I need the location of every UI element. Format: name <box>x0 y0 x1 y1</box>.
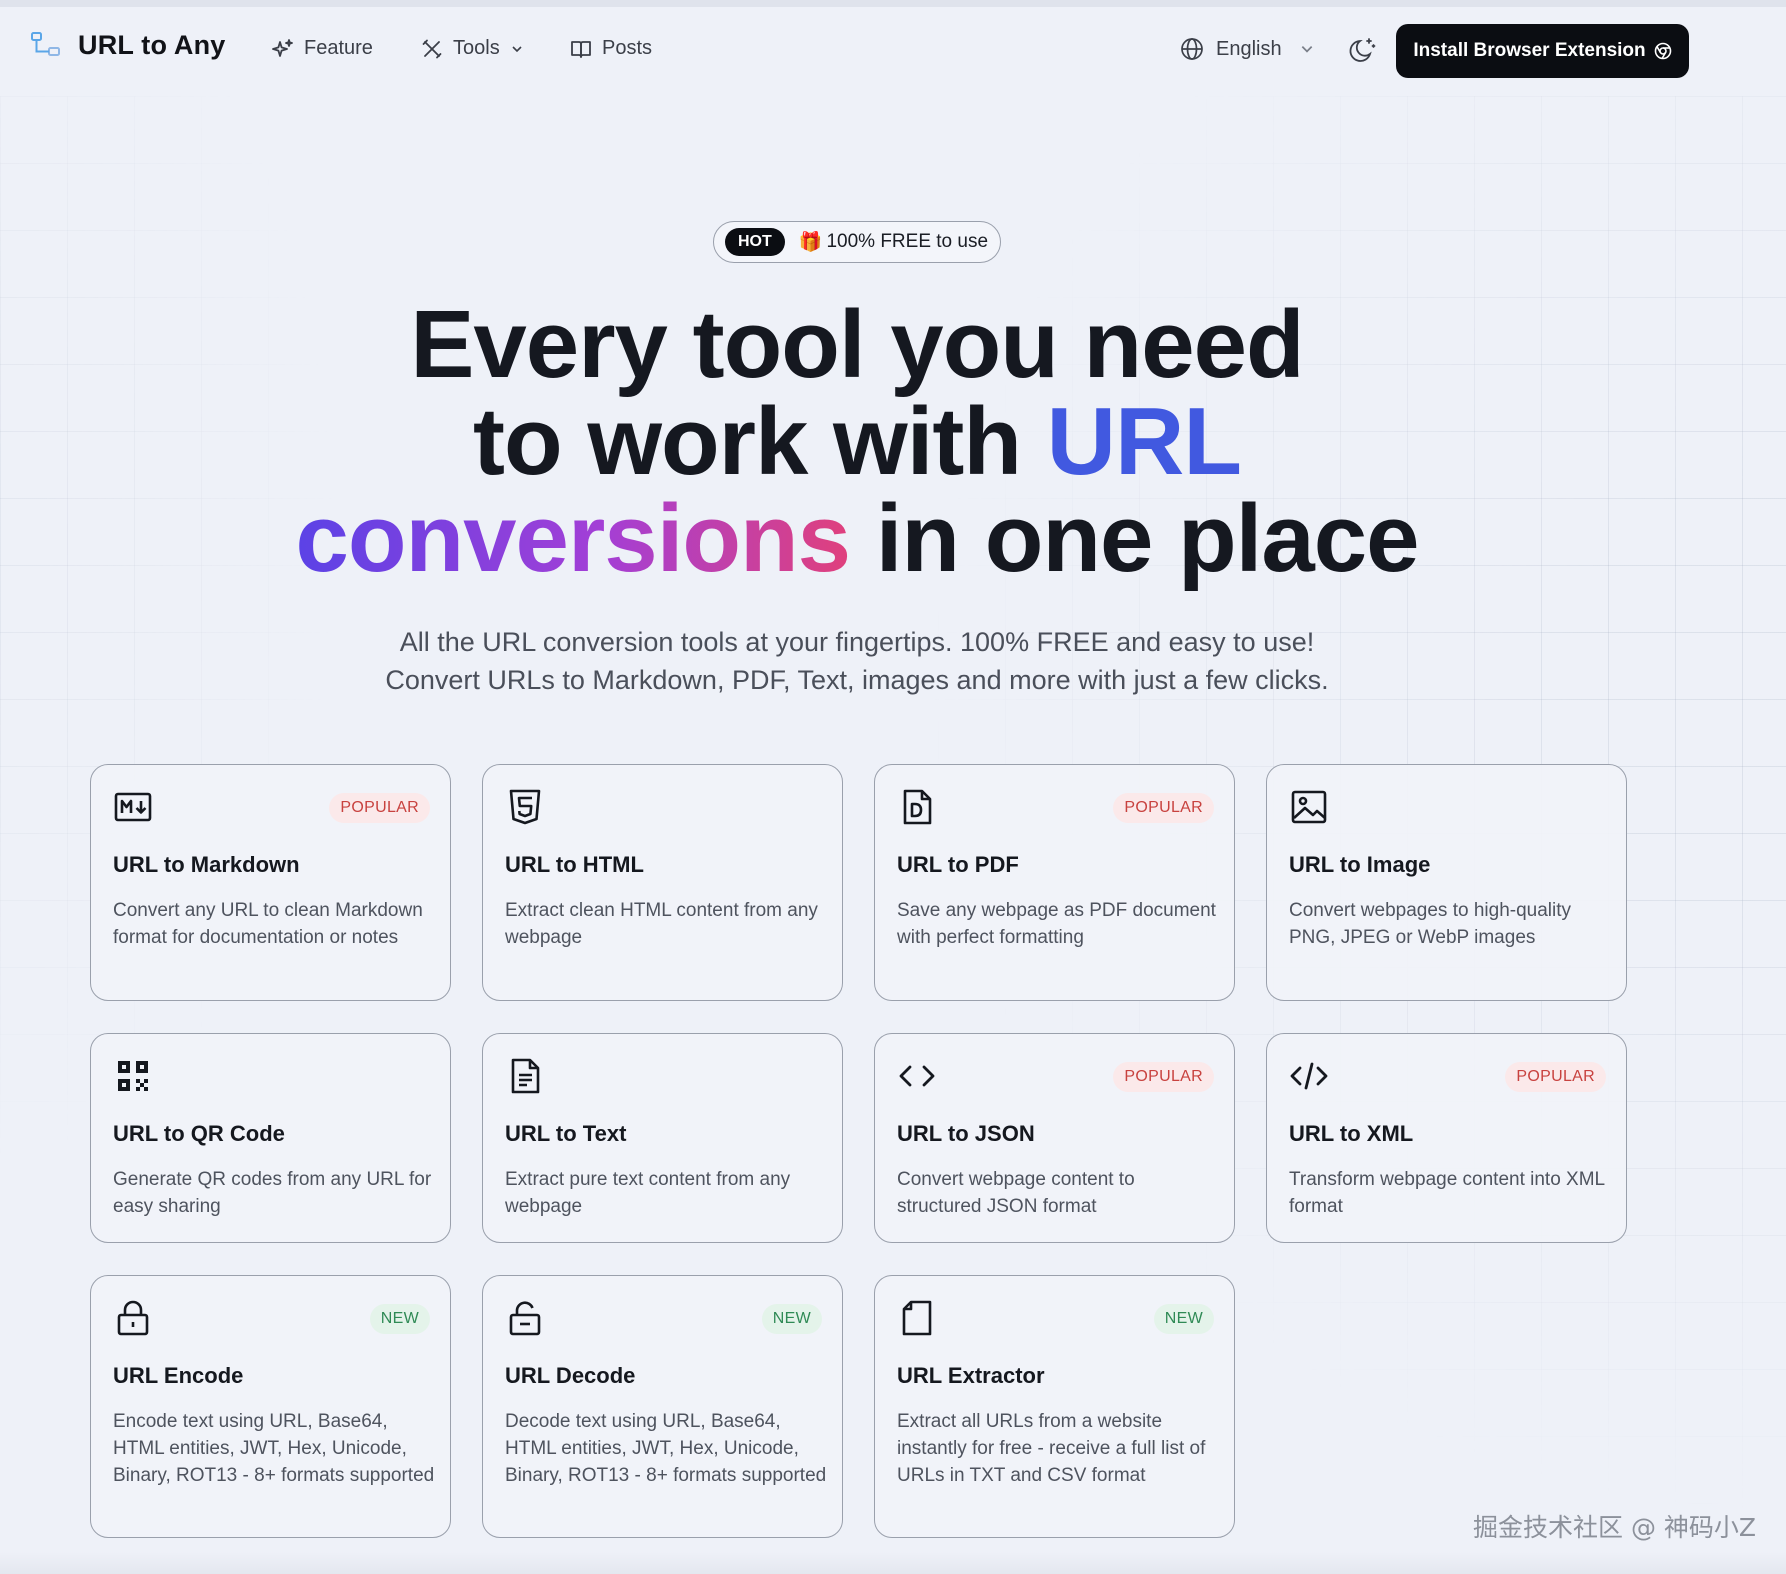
headline-conversions-gradient: conversions <box>295 485 851 592</box>
brand-link[interactable]: URL to Any <box>30 29 226 61</box>
headline-url-highlight: URL <box>1046 388 1242 495</box>
bottom-edge <box>0 1552 1786 1574</box>
language-label: English <box>1216 37 1282 60</box>
tool-card-url-to-image[interactable]: URL to Image Convert webpages to high-qua… <box>1266 764 1627 1001</box>
gift-icon: 🎁 <box>798 232 823 253</box>
headline-line-3b: in one place <box>850 485 1420 592</box>
new-badge: NEW <box>1153 1304 1214 1334</box>
chevron-down-icon <box>1300 42 1314 56</box>
card-description: Transform webpage content into XML forma… <box>1289 1169 1605 1217</box>
card-title: URL to XML <box>1289 1121 1414 1146</box>
card-description: Convert webpages to high-quality PNG, JP… <box>1289 900 1572 948</box>
hero-headline: Every tool you need to work with URL con… <box>0 296 1714 587</box>
card-title: URL to PDF <box>897 852 1019 877</box>
badge-content: 🎁 100% FREE to use <box>799 230 988 254</box>
popular-badge: POPULAR <box>1505 1062 1606 1092</box>
popular-badge: POPULAR <box>1113 1062 1214 1092</box>
card-title: URL Encode <box>113 1363 244 1388</box>
globe-icon <box>1180 37 1204 61</box>
card-title: URL to JSON <box>897 1121 1035 1146</box>
nav-item-posts[interactable]: Posts <box>570 37 652 60</box>
hot-badge: HOT <box>725 228 785 256</box>
card-description: Convert any URL to clean Markdown format… <box>113 900 423 948</box>
tool-card-url-to-xml[interactable]: POPULAR URL to XML Transform webpage conte… <box>1266 1033 1627 1243</box>
card-description: Extract pure text content from any webpa… <box>505 1169 791 1217</box>
card-title: URL to HTML <box>505 852 644 877</box>
lock-icon <box>113 1298 153 1338</box>
nav-item-label: Feature <box>304 37 373 59</box>
top-border <box>0 0 1786 7</box>
free-badge: HOT 🎁 100% FREE to use <box>713 221 1001 263</box>
install-button-label: Install Browser Extension <box>1413 40 1646 61</box>
hero-subtitle: All the URL conversion tools at your fin… <box>0 623 1714 699</box>
card-description: Extract all URLs from a website instantl… <box>897 1411 1206 1486</box>
headline-line-2a: to work with <box>473 388 1047 495</box>
card-title: URL to Image <box>1289 852 1431 877</box>
theme-toggle-moon-icon[interactable] <box>1348 35 1378 65</box>
badge-text: 100% FREE to use <box>826 231 989 252</box>
tool-card-url-decode[interactable]: NEW URL Decode Decode text using URL, Base… <box>482 1275 843 1538</box>
tool-card-url-extractor[interactable]: NEW URL Extractor Extract all URLs from a … <box>874 1275 1235 1538</box>
card-description: Generate QR codes from any URL for easy … <box>113 1169 432 1217</box>
logo-icon <box>30 29 62 61</box>
code-brackets-icon <box>897 1056 937 1096</box>
card-title: URL to Markdown <box>113 852 300 877</box>
card-title: URL to Text <box>505 1121 627 1146</box>
top-navbar: URL to Any Feature Tools Posts English I… <box>0 7 1786 95</box>
tools-icon <box>421 38 443 60</box>
tool-card-url-encode[interactable]: NEW URL Encode Encode text using URL, Base… <box>90 1275 451 1538</box>
new-badge: NEW <box>761 1304 822 1334</box>
nav-item-label: Tools <box>453 37 500 59</box>
file-icon <box>897 1298 937 1338</box>
qrcode-icon <box>113 1056 153 1096</box>
html5-icon <box>505 787 545 827</box>
language-selector[interactable]: English <box>1180 37 1314 61</box>
watermark: 掘金技术社区 @ 神码小Z <box>1473 1513 1757 1542</box>
card-title: URL Extractor <box>897 1363 1045 1388</box>
pdf-icon <box>897 787 937 827</box>
popular-badge: POPULAR <box>1113 793 1214 823</box>
chrome-icon <box>1654 42 1672 60</box>
tool-card-url-to-qr-code[interactable]: URL to QR Code Generate QR codes from any… <box>90 1033 451 1243</box>
tool-card-url-to-html[interactable]: URL to HTML Extract clean HTML content fr… <box>482 764 843 1001</box>
card-title: URL Decode <box>505 1363 636 1388</box>
nav-item-feature[interactable]: Feature <box>272 37 373 60</box>
subtitle-line-2: Convert URLs to Markdown, PDF, Text, ima… <box>385 665 1329 695</box>
card-description: Encode text using URL, Base64, HTML enti… <box>113 1411 435 1486</box>
card-description: Decode text using URL, Base64, HTML enti… <box>505 1411 827 1486</box>
subtitle-line-1: All the URL conversion tools at your fin… <box>399 627 1315 657</box>
card-description: Extract clean HTML content from any webp… <box>505 900 818 948</box>
install-extension-button[interactable]: Install Browser Extension <box>1396 24 1689 78</box>
card-description: Convert webpage content to structured JS… <box>897 1169 1135 1217</box>
image-icon <box>1289 787 1329 827</box>
unlock-icon <box>505 1298 545 1338</box>
book-icon <box>570 38 592 60</box>
sparkles-icon <box>272 38 294 60</box>
tool-card-url-to-markdown[interactable]: POPULAR URL to Markdown Convert any URL to… <box>90 764 451 1001</box>
new-badge: NEW <box>369 1304 430 1334</box>
headline-line-1: Every tool you need <box>410 291 1304 398</box>
brand-name: URL to Any <box>78 29 226 60</box>
nav-item-tools[interactable]: Tools <box>421 37 524 60</box>
tool-card-url-to-pdf[interactable]: POPULAR URL to PDF Save any webpage as PDF… <box>874 764 1235 1001</box>
nav-item-label: Posts <box>602 37 653 59</box>
tool-card-url-to-text[interactable]: URL to Text Extract pure text content fro… <box>482 1033 843 1243</box>
code-slash-icon <box>1289 1056 1329 1096</box>
markdown-icon <box>113 787 153 827</box>
popular-badge: POPULAR <box>329 793 430 823</box>
tool-card-url-to-json[interactable]: POPULAR URL to JSON Convert webpage conten… <box>874 1033 1235 1243</box>
chevron-down-icon <box>510 38 524 60</box>
card-description: Save any webpage as PDF document with pe… <box>897 900 1216 948</box>
card-title: URL to QR Code <box>113 1121 285 1146</box>
text-file-icon <box>505 1056 545 1096</box>
